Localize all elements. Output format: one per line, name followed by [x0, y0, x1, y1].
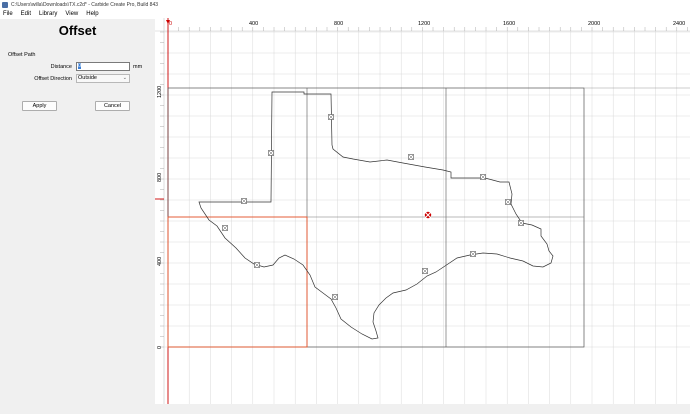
distance-value: 0 — [78, 63, 82, 69]
node-marker-icon — [408, 154, 414, 160]
node-marker-icon — [422, 268, 428, 274]
ruler-x-label: 400 — [249, 21, 258, 27]
node-marker-icon — [268, 150, 274, 156]
node-marker-icon — [332, 294, 338, 300]
cancel-button[interactable]: Cancel — [95, 101, 130, 111]
node-marker-icon — [470, 251, 476, 257]
offset-panel: Offset Offset Path Distance 0 mm Offset … — [0, 20, 155, 404]
status-bar — [0, 404, 690, 414]
node-marker-icon — [222, 225, 228, 231]
menu-edit[interactable]: Edit — [17, 11, 35, 17]
menu-view[interactable]: View — [61, 11, 82, 17]
ruler-x-label: 800 — [334, 21, 343, 27]
node-marker-icon — [480, 174, 486, 180]
ruler-x-label: 2000 — [588, 21, 600, 27]
direction-select[interactable]: Outside ⌄ — [76, 74, 130, 83]
ruler-x-label: 2400 — [673, 21, 685, 27]
ruler-x-label: 0 — [169, 21, 172, 27]
menu-library[interactable]: Library — [35, 11, 61, 17]
node-marker-icon — [254, 262, 260, 268]
title-bar: C:\Users\willa\Downloads\TX.c2d* - Carbi… — [0, 0, 690, 9]
distance-input[interactable]: 0 — [76, 62, 130, 71]
menu-file[interactable]: File — [0, 11, 17, 17]
distance-label: Distance — [50, 64, 72, 70]
app-icon — [2, 1, 8, 8]
origin-target-icon[interactable] — [423, 210, 433, 220]
design-canvas[interactable]: 0 400 800 1200 1600 2000 2400 1200 800 4… — [155, 18, 690, 404]
node-marker-icon — [241, 198, 247, 204]
canvas-svg[interactable]: 0 400 800 1200 1600 2000 2400 1200 800 4… — [155, 18, 690, 404]
menu-help[interactable]: Help — [82, 11, 102, 17]
ruler-x-label: 1600 — [503, 21, 515, 27]
distance-unit: mm — [133, 64, 143, 70]
ruler-y-label: 800 — [157, 173, 163, 182]
window-title: C:\Users\willa\Downloads\TX.c2d* - Carbi… — [11, 1, 159, 8]
section-label: Offset Path — [8, 52, 36, 58]
ruler-y-label: 1200 — [157, 86, 163, 98]
chevron-down-icon: ⌄ — [122, 75, 127, 81]
ruler-y-label: 400 — [157, 257, 163, 266]
node-marker-icon — [505, 199, 511, 205]
panel-title: Offset — [58, 23, 97, 38]
ruler-x-label: 1200 — [418, 21, 430, 27]
node-marker-icon — [518, 220, 524, 226]
direction-value: Outside — [78, 75, 97, 81]
apply-button[interactable]: Apply — [22, 101, 57, 111]
ruler-y-label: 0 — [157, 346, 163, 349]
node-marker-icon — [328, 114, 334, 120]
direction-label: Offset Direction — [34, 76, 72, 82]
